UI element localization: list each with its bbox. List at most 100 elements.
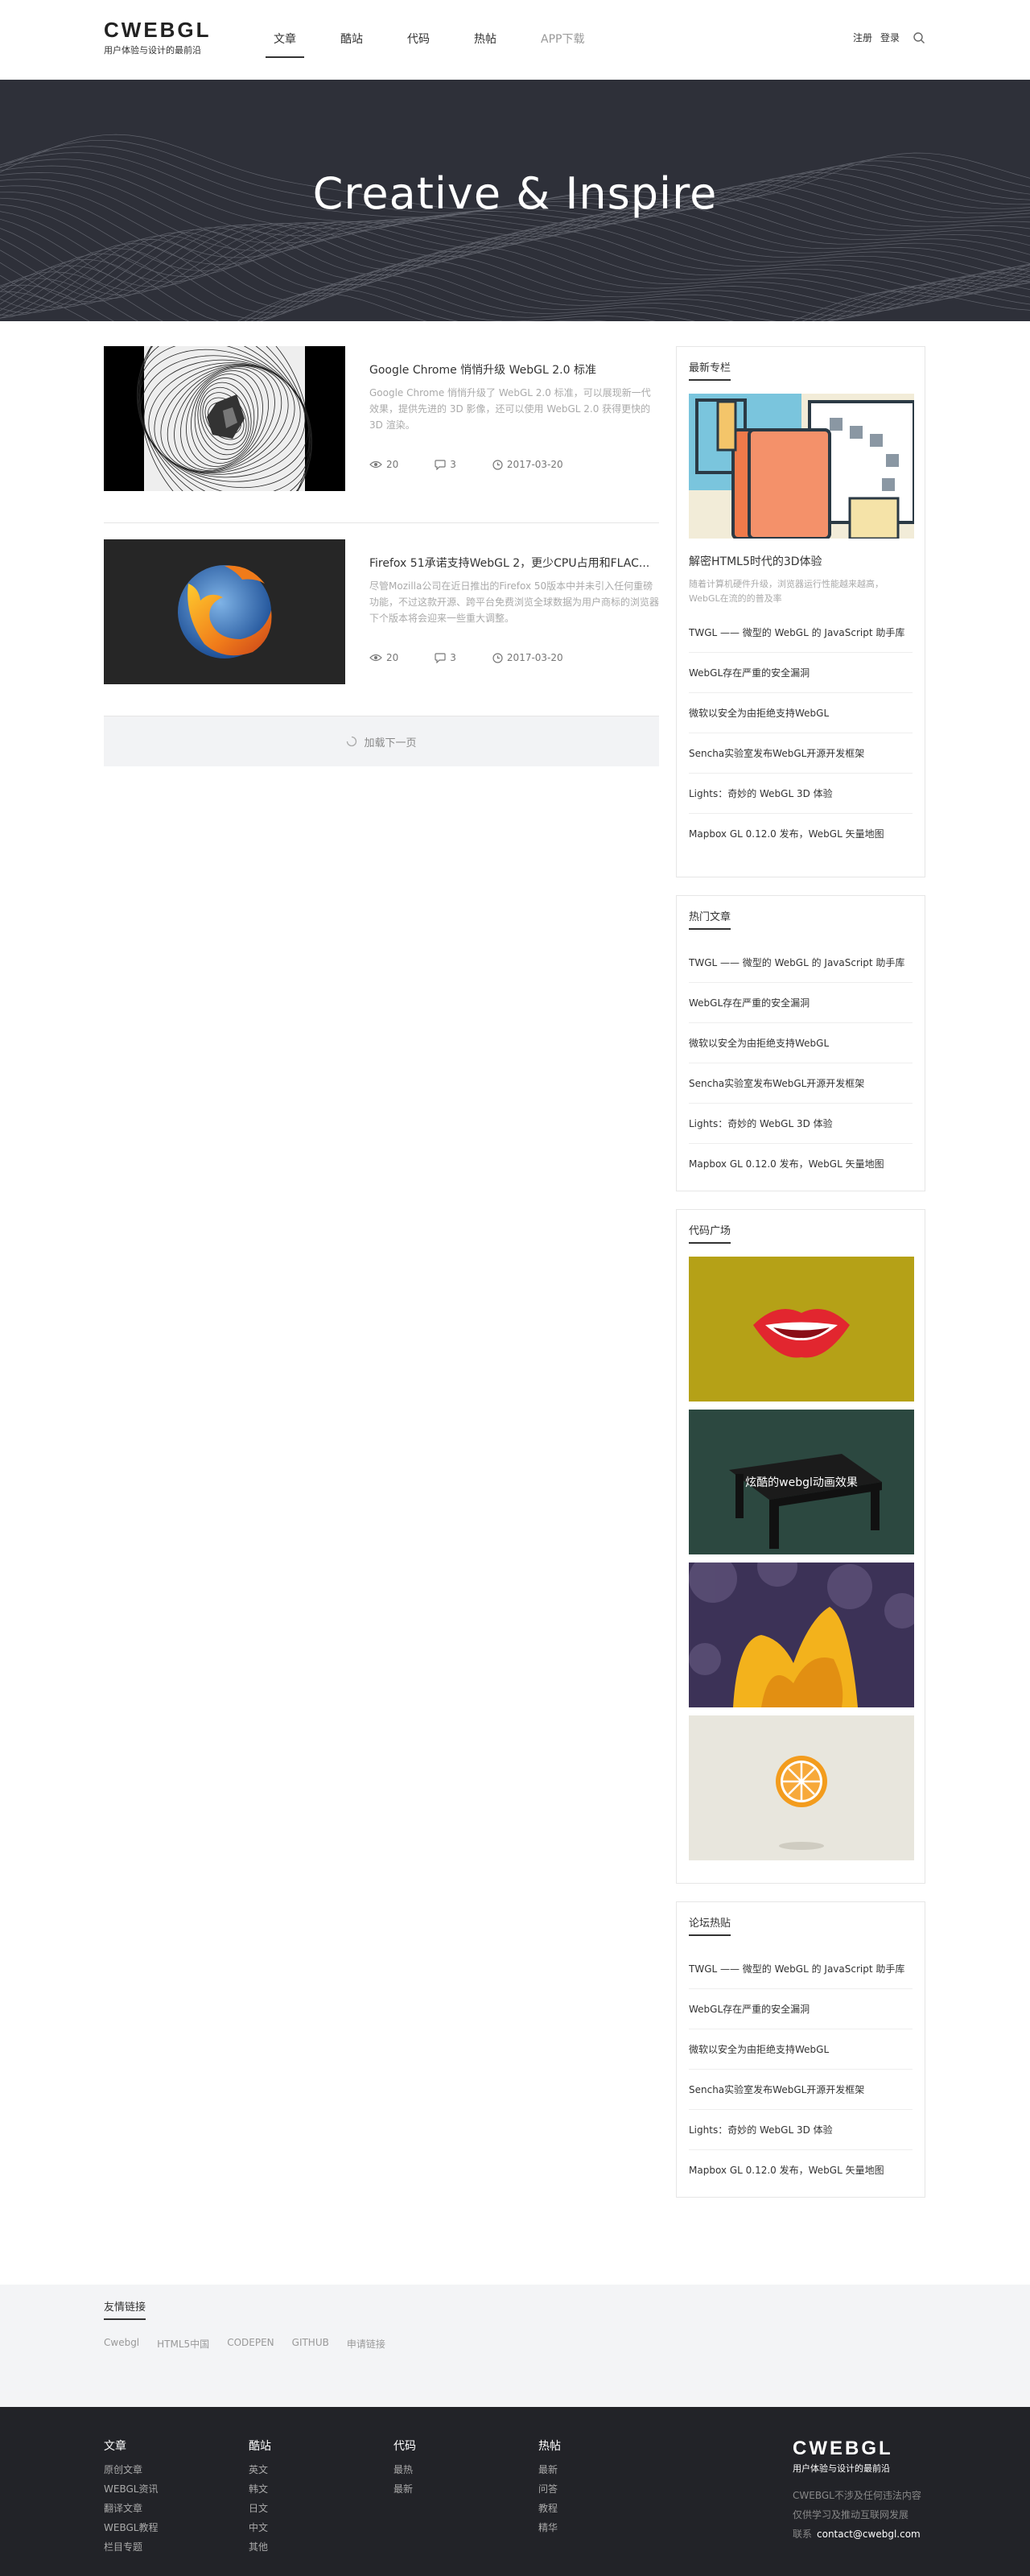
code-demo-tile[interactable] xyxy=(689,1715,914,1860)
widget-title: 热门文章 xyxy=(689,908,731,930)
code-demo-tile[interactable] xyxy=(689,1563,914,1707)
article-body: Firefox 51承诺支持WebGL 2，更少CPU占用和FLAC... 尽管… xyxy=(369,539,659,700)
footer-link[interactable]: 韩文 xyxy=(249,2479,271,2499)
footer-contact: 联系 contact@cwebgl.com xyxy=(793,2524,921,2544)
code-tile-caption: 炫酷的webgl动画效果 xyxy=(745,1476,858,1489)
widget-title: 论坛热贴 xyxy=(689,1914,731,1936)
lips-illustration xyxy=(753,1309,850,1358)
list-item[interactable]: Mapbox GL 0.12.0 发布，WebGL 矢量地图 xyxy=(689,814,913,854)
banner-title: Creative & Inspire xyxy=(312,168,718,219)
load-more-button[interactable]: 加载下一页 xyxy=(104,716,659,766)
list-item[interactable]: 微软以安全为由拒绝支持WebGL xyxy=(689,2029,913,2070)
article-body: Google Chrome 悄悄升级 WebGL 2.0 标准 Google C… xyxy=(369,346,659,506)
footer-link[interactable]: 原创文章 xyxy=(104,2460,158,2479)
footer-link[interactable]: 最新 xyxy=(538,2460,561,2479)
load-more-label: 加载下一页 xyxy=(364,737,417,749)
article-excerpt: 尽管Mozilla公司在近日推出的Firefox 50版本中并未引入任何重磅功能… xyxy=(369,580,659,624)
clock-icon xyxy=(492,459,503,470)
comment-count-value: 3 xyxy=(450,652,456,663)
friend-link[interactable]: HTML5中国 xyxy=(157,2337,209,2351)
article-title[interactable]: Firefox 51承诺支持WebGL 2，更少CPU占用和FLAC... xyxy=(369,555,659,572)
footer-link[interactable]: 翻译文章 xyxy=(104,2499,158,2518)
footer-link[interactable]: 最新 xyxy=(393,2479,416,2499)
abstract-pattern-image xyxy=(136,346,313,491)
article-item: Google Chrome 悄悄升级 WebGL 2.0 标准 Google C… xyxy=(104,346,659,523)
nav-articles[interactable]: 文章 xyxy=(266,0,304,79)
footer-link[interactable]: WEBGL教程 xyxy=(104,2518,158,2537)
nav-cool-sites[interactable]: 酷站 xyxy=(332,0,371,79)
featured-image[interactable] xyxy=(689,394,914,539)
hero-banner: Creative & Inspire xyxy=(0,80,1030,321)
clock-icon xyxy=(492,652,503,663)
publish-date: 2017-03-20 xyxy=(492,459,563,470)
nav-app-download[interactable]: APP下载 xyxy=(533,0,592,79)
footer-link[interactable]: 问答 xyxy=(538,2479,561,2499)
hot-articles-widget: 热门文章 TWGL —— 微型的 WebGL 的 JavaScript 助手库 … xyxy=(676,895,925,1191)
friend-link[interactable]: CODEPEN xyxy=(227,2337,274,2351)
footer-col-title: 酷站 xyxy=(249,2440,271,2453)
article-title[interactable]: Google Chrome 悄悄升级 WebGL 2.0 标准 xyxy=(369,362,659,378)
code-demo-tile[interactable] xyxy=(689,1257,914,1402)
footer-link[interactable]: 精华 xyxy=(538,2518,561,2537)
nav-code[interactable]: 代码 xyxy=(399,0,438,79)
nav-hot-posts[interactable]: 热帖 xyxy=(466,0,505,79)
friend-link[interactable]: GITHUB xyxy=(292,2337,329,2351)
list-item[interactable]: Sencha实验室发布WebGL开源开发框架 xyxy=(689,1063,913,1104)
logo-text: CWEBGL xyxy=(104,18,212,42)
footer-link[interactable]: 中文 xyxy=(249,2518,271,2537)
code-demo-tile[interactable]: 炫酷的webgl动画效果 xyxy=(689,1410,914,1554)
loading-spinner-icon xyxy=(347,736,357,747)
comment-icon xyxy=(435,459,446,470)
footer-link[interactable]: 英文 xyxy=(249,2460,271,2479)
view-count: 20 xyxy=(369,459,398,470)
login-link[interactable]: 登录 xyxy=(880,31,900,44)
footer-link[interactable]: WEBGL资讯 xyxy=(104,2479,158,2499)
footer-link[interactable]: 栏目专题 xyxy=(104,2537,158,2557)
list-item[interactable]: TWGL —— 微型的 WebGL 的 JavaScript 助手库 xyxy=(689,1949,913,1989)
article-thumbnail[interactable] xyxy=(104,346,345,491)
view-count: 20 xyxy=(369,652,398,663)
list-item[interactable]: 微软以安全为由拒绝支持WebGL xyxy=(689,693,913,733)
list-item[interactable]: Lights：奇妙的 WebGL 3D 体验 xyxy=(689,1104,913,1144)
footer-link[interactable]: 日文 xyxy=(249,2499,271,2518)
article-excerpt: Google Chrome 悄悄升级了 WebGL 2.0 标准，可以展现新一代… xyxy=(369,387,651,431)
footer-link[interactable]: 其他 xyxy=(249,2537,271,2557)
register-link[interactable]: 注册 xyxy=(853,31,872,44)
widget-title: 最新专栏 xyxy=(689,359,731,381)
friend-link[interactable]: 申请链接 xyxy=(347,2337,385,2351)
site-logo[interactable]: CWEBGL 用户体验与设计的最前沿 xyxy=(104,18,212,56)
footer-col-title: 热帖 xyxy=(538,2440,561,2453)
logo-tagline: 用户体验与设计的最前沿 xyxy=(104,45,201,56)
contact-email[interactable]: contact@cwebgl.com xyxy=(817,2529,921,2540)
list-item[interactable]: Lights：奇妙的 WebGL 3D 体验 xyxy=(689,2110,913,2150)
list-item[interactable]: WebGL存在严重的安全漏洞 xyxy=(689,983,913,1023)
contact-label: 联系 xyxy=(793,2529,813,2540)
comment-count-value: 3 xyxy=(450,459,456,470)
site-header: CWEBGL 用户体验与设计的最前沿 文章 酷站 代码 热帖 APP下载 注册 … xyxy=(0,0,1030,79)
list-item[interactable]: WebGL存在严重的安全漏洞 xyxy=(689,1989,913,2029)
list-item[interactable]: Mapbox GL 0.12.0 发布，WebGL 矢量地图 xyxy=(689,2150,913,2190)
featured-article-title[interactable]: 解密HTML5时代的3D体验 xyxy=(689,553,913,569)
publish-date: 2017-03-20 xyxy=(492,652,563,663)
publish-date-value: 2017-03-20 xyxy=(506,652,563,663)
list-item[interactable]: TWGL —— 微型的 WebGL 的 JavaScript 助手库 xyxy=(689,613,913,653)
comment-count: 3 xyxy=(435,652,456,663)
bokeh-shape-illustration xyxy=(689,1563,914,1707)
list-item[interactable]: Lights：奇妙的 WebGL 3D 体验 xyxy=(689,774,913,814)
article-thumbnail[interactable] xyxy=(104,539,345,684)
article-meta: 20 3 2017-03-20 xyxy=(369,459,599,470)
list-item[interactable]: WebGL存在严重的安全漏洞 xyxy=(689,653,913,693)
footer-link[interactable]: 教程 xyxy=(538,2499,561,2518)
footer-tagline: 用户体验与设计的最前沿 xyxy=(793,2463,890,2474)
friend-link[interactable]: Cwebgl xyxy=(104,2337,139,2351)
list-item[interactable]: Sencha实验室发布WebGL开源开发框架 xyxy=(689,733,913,774)
list-item[interactable]: 微软以安全为由拒绝支持WebGL xyxy=(689,1023,913,1063)
list-item[interactable]: TWGL —— 微型的 WebGL 的 JavaScript 助手库 xyxy=(689,943,913,983)
article-item: Firefox 51承诺支持WebGL 2，更少CPU占用和FLAC... 尽管… xyxy=(104,539,659,716)
list-item[interactable]: Mapbox GL 0.12.0 发布，WebGL 矢量地图 xyxy=(689,1144,913,1184)
search-icon[interactable] xyxy=(913,31,925,44)
footer-link[interactable]: 最热 xyxy=(393,2460,416,2479)
footer-col-code: 代码 最热 最新 xyxy=(393,2438,416,2499)
list-item[interactable]: Sencha实验室发布WebGL开源开发框架 xyxy=(689,2070,913,2110)
footer-brand: CWEBGL 用户体验与设计的最前沿 CWEBGL不涉及任何违法内容 仅供学习及… xyxy=(793,2438,921,2544)
